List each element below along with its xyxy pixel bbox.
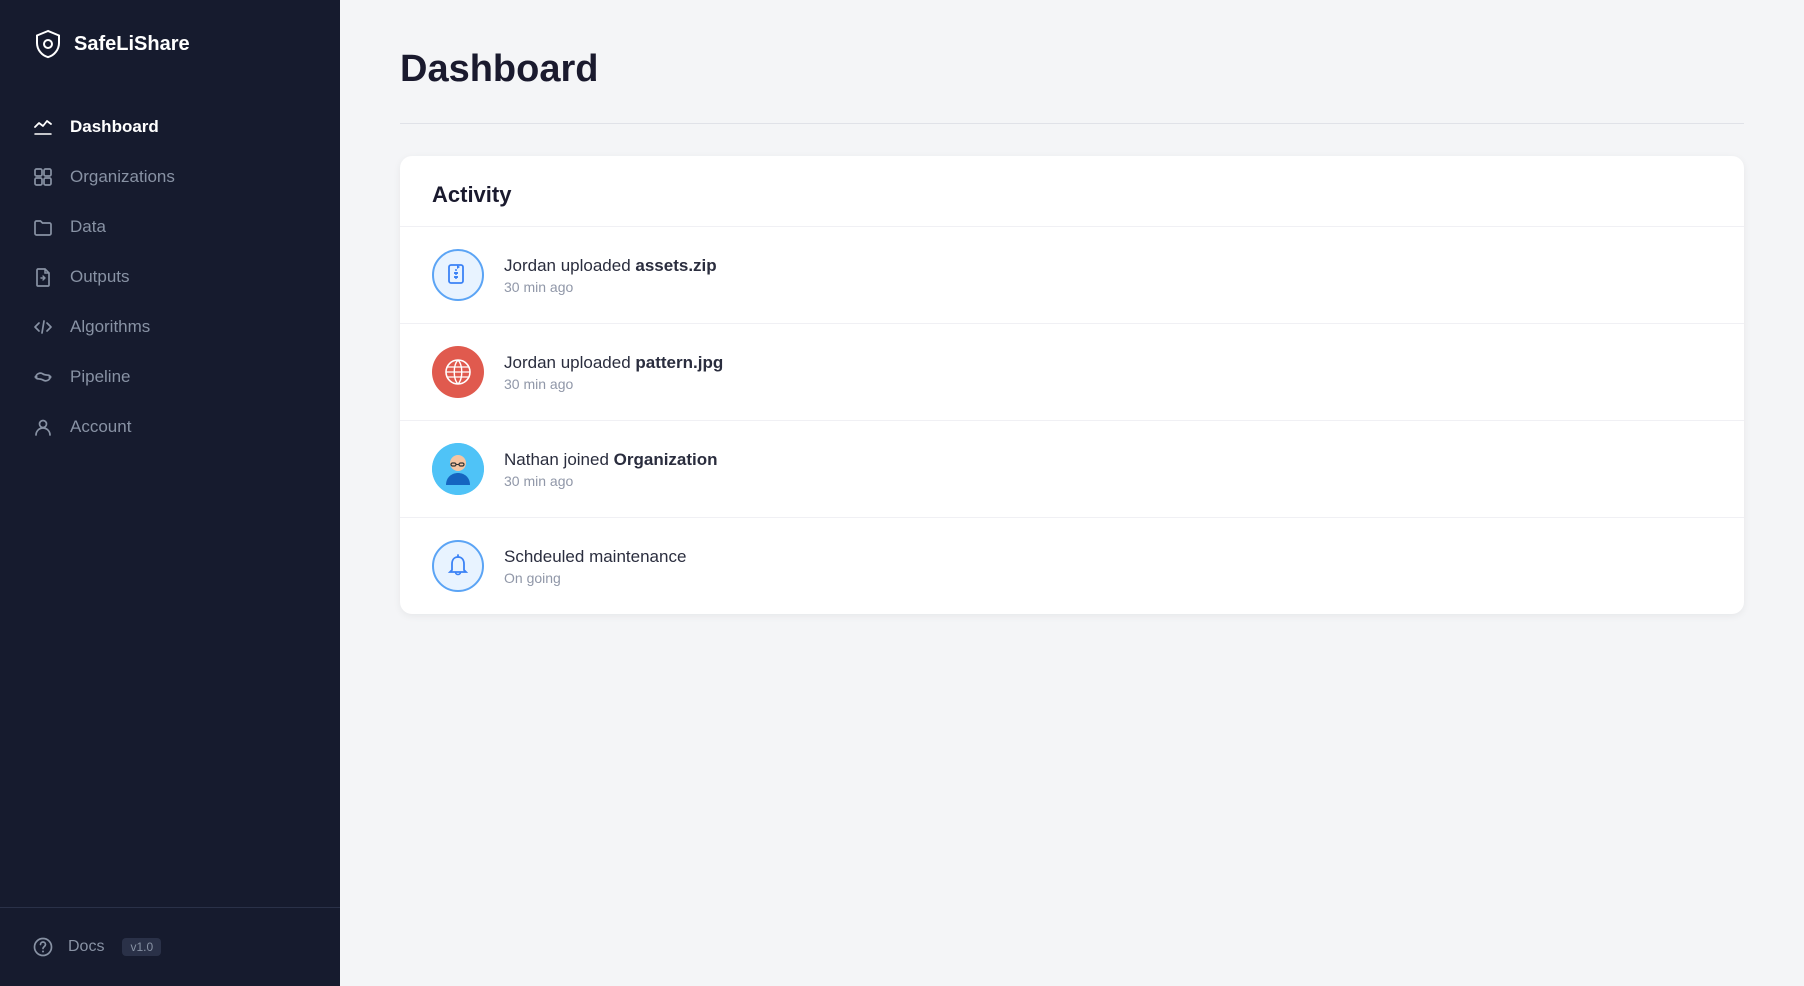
sidebar-divider — [0, 907, 340, 908]
activity-avatar-2 — [432, 346, 484, 398]
sidebar-item-pipeline[interactable]: Pipeline — [0, 352, 340, 402]
activity-item-2: Jordan uploaded pattern.jpg 30 min ago — [400, 324, 1744, 421]
activity-avatar-3 — [432, 443, 484, 495]
sidebar-item-account[interactable]: Account — [0, 402, 340, 452]
activity-item-3: Nathan joined Organization 30 min ago — [400, 421, 1744, 518]
sidebar-item-pipeline-label: Pipeline — [70, 367, 131, 387]
sidebar-item-organizations[interactable]: Organizations — [0, 152, 340, 202]
activity-item-1: Jordan uploaded assets.zip 30 min ago — [400, 227, 1744, 324]
page-divider — [400, 123, 1744, 124]
sidebar-item-account-label: Account — [70, 417, 131, 437]
sidebar-item-data-label: Data — [70, 217, 106, 237]
activity-description-4: Schdeuled maintenance — [504, 547, 686, 567]
sidebar-item-outputs[interactable]: Outputs — [0, 252, 340, 302]
main-content: Dashboard Activity Jordan uploaded asset… — [340, 0, 1804, 986]
grid-icon — [32, 166, 54, 188]
activity-description-2: Jordan uploaded pattern.jpg — [504, 353, 723, 373]
code-icon — [32, 316, 54, 338]
activity-time-2: 30 min ago — [504, 376, 723, 392]
pipeline-icon — [32, 366, 54, 388]
activity-bold-1: assets.zip — [635, 256, 716, 275]
sidebar-item-dashboard[interactable]: Dashboard — [0, 102, 340, 152]
version-badge: v1.0 — [122, 938, 161, 956]
activity-text-2: Jordan uploaded pattern.jpg 30 min ago — [504, 353, 723, 392]
shield-icon — [32, 28, 64, 60]
activity-avatar-1 — [432, 249, 484, 301]
docs-label[interactable]: Docs — [68, 938, 104, 956]
activity-time-3: 30 min ago — [504, 473, 718, 489]
sidebar-nav: Dashboard Organizations Data — [0, 92, 340, 899]
question-icon — [32, 936, 54, 958]
user-icon — [32, 416, 54, 438]
sidebar-item-dashboard-label: Dashboard — [70, 117, 159, 137]
sidebar-item-data[interactable]: Data — [0, 202, 340, 252]
activity-text-3: Nathan joined Organization 30 min ago — [504, 450, 718, 489]
page-title: Dashboard — [400, 48, 1744, 91]
activity-text-1: Jordan uploaded assets.zip 30 min ago — [504, 256, 717, 295]
activity-bold-3: Organization — [614, 450, 718, 469]
activity-description-3: Nathan joined Organization — [504, 450, 718, 470]
chart-icon — [32, 116, 54, 138]
activity-time-4: On going — [504, 570, 686, 586]
activity-description-1: Jordan uploaded assets.zip — [504, 256, 717, 276]
sidebar-item-organizations-label: Organizations — [70, 167, 175, 187]
activity-card: Activity Jordan uploaded assets.zip 30 m… — [400, 156, 1744, 614]
folder-icon — [32, 216, 54, 238]
sidebar-item-algorithms-label: Algorithms — [70, 317, 150, 337]
sidebar-footer: Docs v1.0 — [0, 916, 340, 986]
activity-time-1: 30 min ago — [504, 279, 717, 295]
activity-prefix-3: Nathan joined — [504, 450, 614, 469]
activity-section-title: Activity — [400, 156, 1744, 227]
app-logo: SafeLiShare — [0, 0, 340, 92]
activity-bold-2: pattern.jpg — [635, 353, 723, 372]
activity-prefix-4: Schdeuled maintenance — [504, 547, 686, 566]
activity-item-4: Schdeuled maintenance On going — [400, 518, 1744, 614]
page-header: Dashboard — [340, 0, 1804, 123]
activity-prefix-1: Jordan uploaded — [504, 256, 635, 275]
sidebar: SafeLiShare Dashboard Org — [0, 0, 340, 986]
app-name: SafeLiShare — [74, 33, 190, 56]
activity-prefix-2: Jordan uploaded — [504, 353, 635, 372]
file-out-icon — [32, 266, 54, 288]
activity-avatar-4 — [432, 540, 484, 592]
activity-text-4: Schdeuled maintenance On going — [504, 547, 686, 586]
sidebar-item-outputs-label: Outputs — [70, 267, 130, 287]
sidebar-item-algorithms[interactable]: Algorithms — [0, 302, 340, 352]
